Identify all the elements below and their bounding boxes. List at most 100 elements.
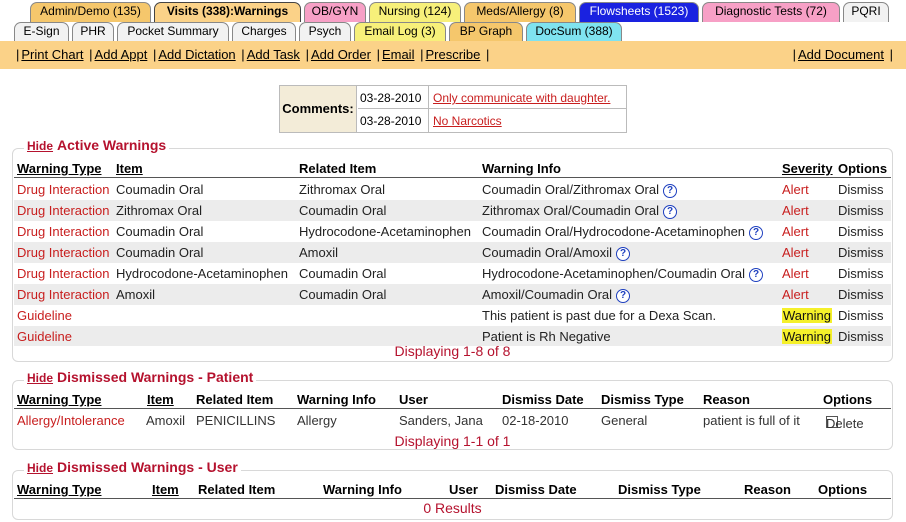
col-reason: Reason xyxy=(744,482,791,497)
hide-dismissed-patient-link[interactable]: Hide xyxy=(27,371,53,385)
tab-phr[interactable]: PHR xyxy=(72,22,114,42)
warning-type-link[interactable]: Drug Interaction xyxy=(17,224,110,239)
tab-diagnostic-tests[interactable]: Diagnostic Tests (72) xyxy=(702,2,840,22)
hide-dismissed-user-link[interactable]: Hide xyxy=(27,461,53,475)
user-cell: Sanders, Jana xyxy=(399,413,483,428)
help-icon[interactable]: ? xyxy=(663,205,677,219)
dismiss-link[interactable]: Dismiss xyxy=(838,203,884,218)
right-action-links: | Add Document | xyxy=(791,47,895,62)
col-options: Options xyxy=(838,161,888,176)
tab-docsum[interactable]: DocSum (388) xyxy=(526,22,622,42)
separator: | xyxy=(889,47,893,62)
prescribe-link[interactable]: Prescribe xyxy=(425,47,480,62)
dismissed-user-legend: Hide Dismissed Warnings - User xyxy=(24,459,241,475)
section-title: Active Warnings xyxy=(57,137,167,153)
tab-e-sign[interactable]: E-Sign xyxy=(14,22,69,42)
warning-info-text: Hydrocodone-Acetaminophen/Coumadin Oral xyxy=(482,266,746,281)
col-warning-type[interactable]: Warning Type xyxy=(17,161,102,176)
warning-type-link[interactable]: Drug Interaction xyxy=(17,287,110,302)
warning-info-cell: Patient is Rh Negative xyxy=(482,329,611,344)
help-icon[interactable]: ? xyxy=(616,289,631,303)
help-icon[interactable]: ? xyxy=(663,184,677,198)
dismiss-link[interactable]: Dismiss xyxy=(838,182,884,197)
tab-bp-graph[interactable]: BP Graph xyxy=(449,22,523,42)
active-warnings-count: Displaying 1-8 of 8 xyxy=(394,343,511,359)
col-dismiss-type: Dismiss Type xyxy=(618,482,701,497)
add-document-link[interactable]: Add Document xyxy=(798,47,884,62)
tab-meds-allergy[interactable]: Meds/Allergy (8) xyxy=(464,2,576,22)
col-item[interactable]: Item xyxy=(116,161,143,176)
warning-info-cell: Hydrocodone-Acetaminophen/Coumadin Oral? xyxy=(482,266,764,282)
tab-email-log[interactable]: Email Log (3) xyxy=(354,22,446,42)
item-cell: Coumadin Oral xyxy=(116,182,204,197)
add-task-link[interactable]: Add Task xyxy=(247,47,300,62)
add-appt-link[interactable]: Add Appt xyxy=(95,47,148,62)
tab-ob-gyn[interactable]: OB/GYN xyxy=(304,2,366,22)
tab-pqri[interactable]: PQRI xyxy=(843,2,889,22)
tab-psych[interactable]: Psych xyxy=(299,22,351,42)
tab-pocket-summary[interactable]: Pocket Summary xyxy=(117,22,229,42)
dismiss-link[interactable]: Dismiss xyxy=(838,266,884,281)
tab-charges[interactable]: Charges xyxy=(232,22,296,42)
add-order-link[interactable]: Add Order xyxy=(311,47,371,62)
warning-type-link[interactable]: Drug Interaction xyxy=(17,245,110,260)
col-warning-type[interactable]: Warning Type xyxy=(17,482,102,497)
col-dismiss-date: Dismiss Date xyxy=(495,482,577,497)
dismiss-link[interactable]: Dismiss xyxy=(838,224,884,239)
item-cell: Zithromax Oral xyxy=(116,203,202,218)
warning-type-link[interactable]: Guideline xyxy=(17,308,72,323)
comments-box: Comments: 03-28-2010 Only communicate wi… xyxy=(279,85,627,133)
col-related-item: Related Item xyxy=(299,161,377,176)
warning-type-link[interactable]: Drug Interaction xyxy=(17,203,110,218)
warning-type-link[interactable]: Allergy/Intolerance xyxy=(17,413,125,428)
col-warning-type[interactable]: Warning Type xyxy=(17,392,102,407)
related-item-cell: Coumadin Oral xyxy=(299,203,387,218)
dismiss-date-cell: 02-18-2010 xyxy=(502,413,569,428)
help-icon[interactable]: ? xyxy=(616,247,631,261)
warning-type-link[interactable]: Drug Interaction xyxy=(17,182,110,197)
comment-date: 03-28-2010 xyxy=(360,114,422,128)
add-dictation-link[interactable]: Add Dictation xyxy=(158,47,235,62)
item-cell: Amoxil xyxy=(146,413,186,428)
severity-badge: Alert xyxy=(782,224,809,239)
table-row: Guideline This patient is past due for a … xyxy=(14,305,891,325)
comment-link[interactable]: Only communicate with daughter. xyxy=(433,91,610,105)
tab-admin-demo[interactable]: Admin/Demo (135) xyxy=(30,2,151,22)
tab-row-2: E-Sign PHR Pocket Summary Charges Psych … xyxy=(0,22,906,43)
comment-link[interactable]: No Narcotics xyxy=(433,114,502,128)
related-item-cell: PENICILLINS xyxy=(196,413,276,428)
dismiss-link[interactable]: Dismiss xyxy=(838,329,884,344)
warning-info-cell: Amoxil/Coumadin Oral? xyxy=(482,287,631,303)
dismiss-link[interactable]: Dismiss xyxy=(838,245,884,260)
related-item-cell: Hydrocodone-Acetaminophen xyxy=(299,224,471,239)
active-warnings-section: Hide Active Warnings Warning Type Item Re… xyxy=(12,137,893,362)
warning-info-cell: This patient is past due for a Dexa Scan… xyxy=(482,308,716,323)
col-item[interactable]: Item xyxy=(147,392,174,407)
severity-badge: Alert xyxy=(782,203,809,218)
related-item-cell: Coumadin Oral xyxy=(299,287,387,302)
item-cell: Amoxil xyxy=(116,287,156,302)
dismiss-link[interactable]: Dismiss xyxy=(838,308,884,323)
help-icon[interactable]: ? xyxy=(749,226,764,240)
separator: | xyxy=(89,47,93,62)
col-dismiss-date: Dismiss Date xyxy=(502,392,584,407)
hide-active-warnings-link[interactable]: Hide xyxy=(27,139,53,153)
warning-type-link[interactable]: Drug Interaction xyxy=(17,266,110,281)
email-link[interactable]: Email xyxy=(382,47,415,62)
col-item[interactable]: Item xyxy=(152,482,179,497)
help-icon[interactable]: ? xyxy=(749,268,764,282)
tab-flowsheets[interactable]: Flowsheets (1523) xyxy=(579,2,699,22)
col-options: Options xyxy=(823,392,873,407)
tab-visits-warnings[interactable]: Visits (338):Warnings xyxy=(154,2,301,22)
related-item-cell: Coumadin Oral xyxy=(299,266,387,281)
print-chart-link[interactable]: Print Chart xyxy=(21,47,83,62)
col-severity[interactable]: Severity xyxy=(782,161,833,176)
reason-cell: patient is full of it xyxy=(703,413,800,428)
warning-type-link[interactable]: Guideline xyxy=(17,329,72,344)
tab-nursing[interactable]: Nursing (124) xyxy=(369,2,461,22)
tab-row-1: Admin/Demo (135) Visits (338):Warnings O… xyxy=(0,2,906,23)
dismiss-link[interactable]: Dismiss xyxy=(838,287,884,302)
section-title: Dismissed Warnings - User xyxy=(57,459,238,475)
table-header: Warning Type Item Related Item Warning I… xyxy=(14,389,891,409)
warning-info-text: Patient is Rh Negative xyxy=(482,329,611,344)
